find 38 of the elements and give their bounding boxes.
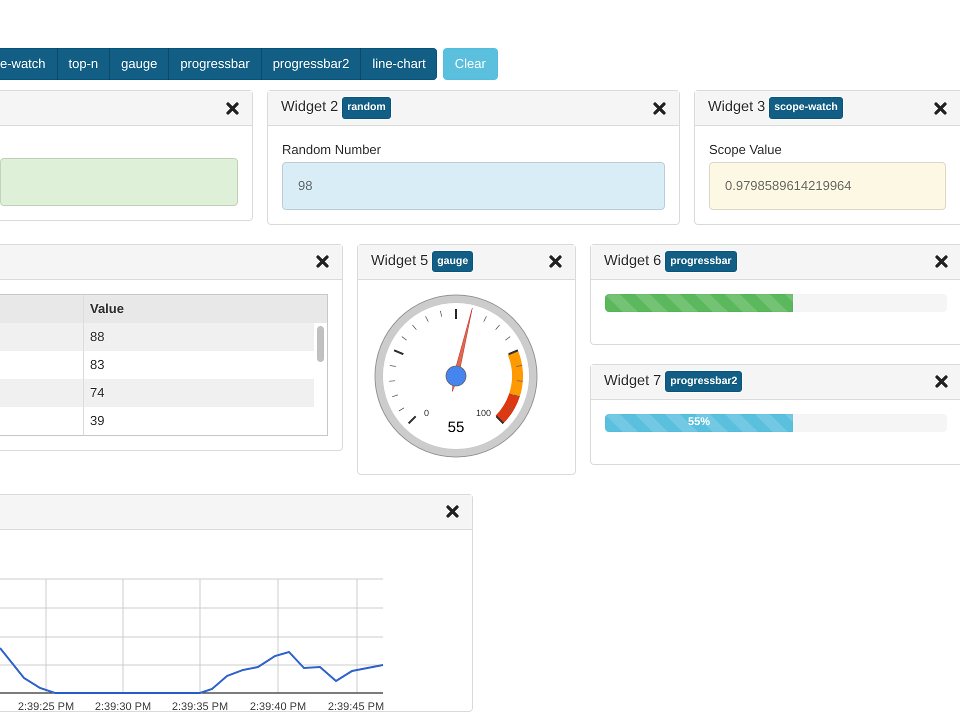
axis-tick-label: 2:39:30 PM — [94, 700, 152, 712]
scrollbar[interactable] — [317, 326, 324, 362]
widget-type-tag: gauge — [432, 250, 474, 272]
table-cell-text: 83 — [89, 356, 106, 374]
value-field: 98 — [282, 162, 665, 210]
close-icon[interactable] — [935, 375, 948, 388]
widget-type-tag: scope-watch — [769, 97, 843, 119]
field-label: Random Number — [282, 141, 382, 159]
close-icon[interactable] — [446, 505, 459, 518]
progress-fill: 55% — [605, 414, 794, 432]
close-icon[interactable] — [935, 255, 948, 268]
widget-title: Widget 5 — [371, 252, 428, 271]
widget-title: Widget 3 — [708, 98, 766, 118]
axis-tick-label: 2:39:45 PM — [328, 700, 384, 712]
column-header: Value — [89, 300, 125, 318]
scale-label: 100 — [476, 408, 492, 418]
close-icon[interactable] — [653, 102, 666, 114]
close-icon[interactable] — [934, 102, 947, 114]
close-icon[interactable] — [226, 102, 239, 114]
widget-type-button[interactable]: line-chart — [360, 48, 437, 80]
axis-tick-label: 2:39:40 PM — [250, 700, 306, 712]
widget-type-tag: progressbar2 — [665, 370, 742, 392]
close-icon[interactable] — [549, 255, 562, 268]
close-icon[interactable] — [316, 255, 329, 268]
scale-label: 0 — [424, 408, 430, 418]
widget-title: Widget 6 — [604, 252, 662, 271]
value-field: 0.9798589614219964 — [709, 162, 946, 210]
table-cell-text: 39 — [89, 412, 106, 430]
widget-type-tag: random — [342, 97, 391, 119]
widget-type-tag: progressbar — [665, 250, 737, 272]
widget-title: Widget 2 — [281, 98, 338, 118]
widget-title: Widget 7 — [604, 372, 662, 391]
gauge-value: 55 — [448, 418, 464, 436]
axis-tick-label: 2:39:35 PM — [172, 700, 228, 712]
table-cell-text: 74 — [89, 384, 106, 402]
field-label: Scope Value — [709, 141, 783, 159]
axis-tick-label: 2:39:25 PM — [18, 700, 74, 712]
table-cell-text: 88 — [89, 328, 106, 346]
